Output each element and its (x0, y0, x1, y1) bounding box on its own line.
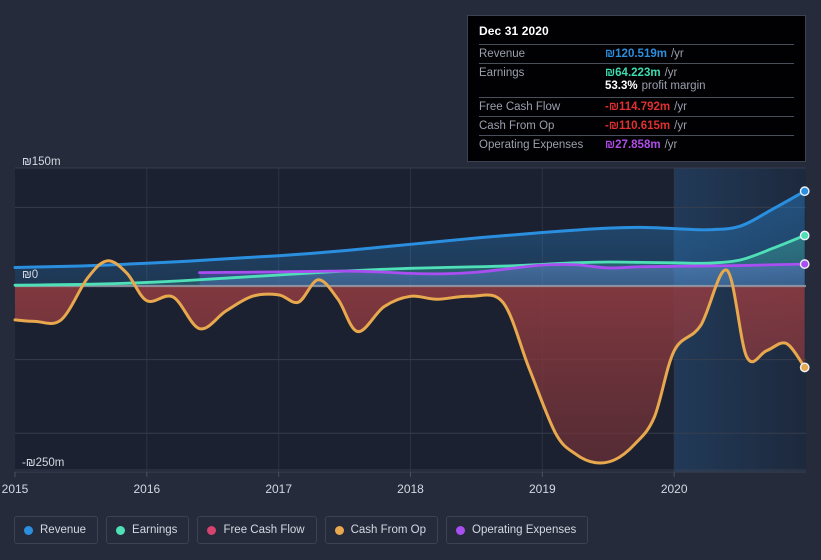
legend-item-operating-expenses[interactable]: Operating Expenses (446, 516, 589, 544)
tooltip-row: Operating Expenses ₪27.858m/yr (479, 135, 794, 154)
tooltip-row: 53.3% profit margin (479, 80, 794, 97)
legend-item-cash-from-op[interactable]: Cash From Op (324, 516, 439, 544)
svg-text:2018: 2018 (397, 482, 424, 496)
legend-item-label: Revenue (40, 524, 87, 536)
svg-text:2015: 2015 (2, 482, 29, 496)
legend-item-revenue[interactable]: Revenue (14, 516, 99, 544)
tooltip-row-unit: /yr (674, 101, 687, 113)
legend-dot-icon (24, 525, 33, 535)
tooltip-row-unit: /yr (664, 139, 678, 151)
svg-text:2020: 2020 (661, 482, 688, 496)
legend-item-label: Free Cash Flow (223, 524, 305, 536)
legend-dot-icon (334, 525, 344, 535)
legend-item-label: Operating Expenses (472, 524, 577, 536)
tooltip-date: Dec 31 2020 (479, 24, 549, 38)
tooltip-row-value: ₪120.519m (605, 48, 667, 60)
svg-text:2019: 2019 (529, 482, 556, 496)
svg-text:2017: 2017 (265, 482, 292, 496)
tooltip-row-unit: profit margin (641, 80, 706, 92)
svg-text:2016: 2016 (133, 482, 160, 496)
tooltip-row-value: ₪64.223m (605, 67, 661, 79)
legend-item-label: Earnings (132, 524, 178, 536)
legend-dot-icon (456, 525, 466, 535)
tooltip-row: Revenue ₪120.519m/yr (479, 44, 794, 63)
tooltip-rows: Revenue ₪120.519m/yr Earnings ₪64.223m/yr 53… (479, 44, 794, 154)
tooltip-row-unit: /yr (674, 120, 687, 132)
legend-dot-icon (116, 525, 126, 535)
chart-tooltip: Dec 31 2020 Revenue ₪120.519m/yr Earnings ₪… (467, 15, 806, 162)
tooltip-row-label: Cash From Op (479, 120, 555, 132)
tooltip-row-label: Earnings (479, 67, 525, 79)
legend-item-label: Cash From Op (350, 524, 427, 536)
tooltip-row-unit: /yr (670, 48, 684, 60)
svg-text:-₪250m: -₪250m (22, 457, 64, 469)
svg-text:₪150m: ₪150m (22, 156, 61, 168)
financial-chart-page: ₪150m ₪0 -₪250m 2015 2016 2017 2018 2019 2020 De… (0, 0, 821, 560)
legend-item-earnings[interactable]: Earnings (106, 516, 190, 544)
tooltip-row-value: ₪27.858m (605, 139, 661, 151)
tooltip-row-unit: /yr (664, 67, 678, 79)
tooltip-row-label: Operating Expenses (479, 139, 584, 151)
tooltip-row-value: 53.3% (605, 80, 638, 92)
tooltip-row-label: Free Cash Flow (479, 101, 561, 113)
tooltip-row-value: -₪114.792m (605, 101, 671, 113)
tooltip-row: Free Cash Flow -₪114.792m/yr (479, 97, 794, 116)
chart-legend: Revenue Earnings Free Cash Flow Cash From O… (0, 508, 821, 552)
svg-text:₪0: ₪0 (22, 269, 38, 281)
tooltip-row: Cash From Op -₪110.615m/yr (479, 116, 794, 135)
tooltip-row-label: Revenue (479, 48, 526, 60)
tooltip-row-value: -₪110.615m (605, 120, 671, 132)
legend-item-free-cash-flow[interactable]: Free Cash Flow (197, 516, 317, 544)
legend-dot-icon (207, 525, 217, 535)
